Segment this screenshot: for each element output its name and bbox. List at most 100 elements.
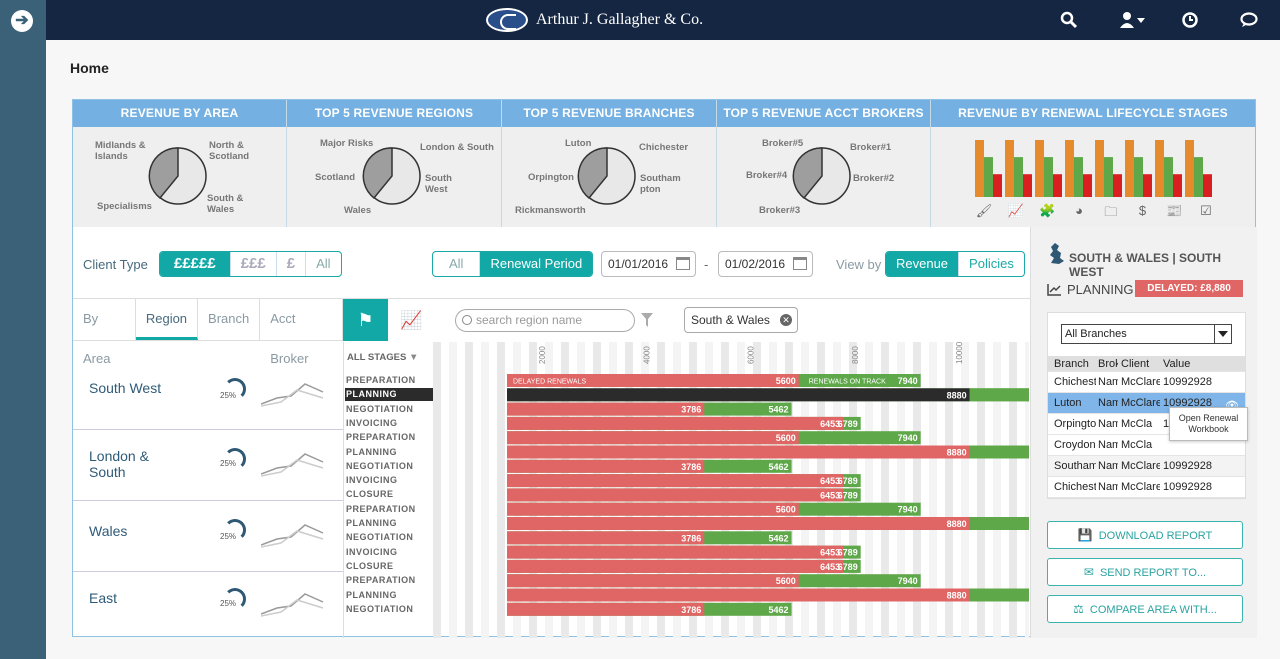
list-item[interactable]: Wales 25%	[73, 501, 343, 572]
stage-label[interactable]: PLANNING	[345, 446, 433, 459]
col-header[interactable]: Branch	[1048, 356, 1096, 371]
delayed-bar[interactable]	[507, 474, 844, 488]
compare-area-button[interactable]: ⚖ COMPARE AREA WITH...	[1047, 595, 1243, 623]
stage-label[interactable]: CLOSURE	[345, 560, 433, 573]
selected-area-chip[interactable]: South & Wales ✕	[684, 307, 798, 333]
client-type-option[interactable]: £££££	[160, 252, 230, 276]
list-item[interactable]: London & South 25%	[73, 430, 343, 501]
stage-label[interactable]: NEGOTIATION	[345, 531, 433, 544]
delayed-bar[interactable]	[507, 445, 970, 459]
all-stages-header[interactable]: ALL STAGES ▼	[347, 352, 418, 363]
dollar-icon[interactable]: $	[1134, 203, 1152, 225]
stage-label[interactable]: PLANNING	[345, 388, 433, 402]
stage-label[interactable]: PREPARATION	[345, 431, 433, 444]
stage-label[interactable]: PREPARATION	[345, 574, 433, 587]
chat-icon[interactable]	[1240, 11, 1258, 29]
view-by-option[interactable]: Revenue	[886, 252, 959, 276]
calendar-icon[interactable]	[676, 257, 690, 270]
stage-label[interactable]: INVOICING	[345, 474, 433, 487]
delayed-bar[interactable]	[507, 431, 799, 445]
stage-label[interactable]: INVOICING	[345, 417, 433, 430]
pie-chart-icon[interactable]: ◕	[1070, 203, 1088, 225]
period-option[interactable]: Renewal Period	[479, 252, 593, 276]
delayed-bar[interactable]	[507, 459, 705, 473]
tab-acct-broker[interactable]: Acct Broker	[260, 299, 343, 366]
kpi-top5-branches[interactable]: TOP 5 REVENUE BRANCHES Luton Chichester …	[502, 100, 717, 227]
search-input[interactable]: search region name	[455, 309, 635, 332]
brush-icon[interactable]: 🖌	[975, 203, 993, 225]
stage-label[interactable]: NEGOTIATION	[345, 403, 433, 416]
branch-select[interactable]: All Branches	[1061, 324, 1232, 344]
stage-label[interactable]: INVOICING	[345, 546, 433, 559]
col-header[interactable]: Brok	[1096, 356, 1118, 371]
stage-label[interactable]: NEGOTIATION	[345, 603, 433, 616]
col-header[interactable]: Client	[1118, 356, 1160, 371]
delayed-bar[interactable]	[507, 588, 970, 602]
kpi-revenue-by-area[interactable]: REVENUE BY AREA Midlands & Islands North…	[73, 100, 287, 227]
table-row[interactable]: SouthamNamMcClare10992928	[1048, 456, 1245, 477]
kpi-top5-brokers[interactable]: TOP 5 REVENUE ACCT BROKERS Broker#5 Brok…	[717, 100, 931, 227]
branch-select-value: All Branches	[1065, 328, 1127, 340]
view-by-option[interactable]: Policies	[958, 252, 1024, 276]
list-item[interactable]: East 25%	[73, 572, 343, 638]
date-from-field[interactable]: 01/01/2016	[601, 251, 696, 277]
delayed-bar[interactable]	[507, 416, 844, 430]
delayed-value-label: 5600	[776, 376, 796, 386]
delayed-bar[interactable]	[507, 402, 705, 416]
period-option[interactable]: All	[433, 252, 479, 276]
legend-delayed-label: DELAYED RENEWALS	[513, 379, 586, 386]
stage-label[interactable]: NEGOTIATION	[345, 460, 433, 473]
tab-region[interactable]: Region	[135, 299, 199, 340]
delayed-bar[interactable]	[507, 545, 844, 559]
delayed-bar[interactable]	[507, 531, 705, 545]
send-report-button[interactable]: ✉ SEND REPORT TO...	[1047, 558, 1243, 586]
stage-label[interactable]: PREPARATION	[345, 503, 433, 516]
close-icon[interactable]: ✕	[780, 314, 792, 326]
delayed-bar[interactable]	[507, 574, 799, 588]
client-type-option[interactable]: £	[275, 252, 305, 276]
client-type-option[interactable]: All	[305, 252, 340, 276]
folder-icon[interactable]: 🗀	[1102, 203, 1120, 225]
delayed-bar[interactable]	[507, 388, 970, 402]
line-chart-icon[interactable]: 📈	[1007, 203, 1025, 225]
search-icon[interactable]	[1060, 11, 1078, 29]
trend-icon[interactable]: 📈	[389, 299, 434, 341]
stage-label[interactable]: CLOSURE	[345, 488, 433, 501]
kpi-lifecycle-stages[interactable]: REVENUE BY RENEWAL LIFECYCLE STAGES 🖌 📈 …	[931, 100, 1255, 227]
table-row[interactable]: ChichestNamMcClare10992928	[1048, 372, 1245, 393]
tab-branch[interactable]: Branch	[198, 299, 261, 340]
expand-arrow-icon[interactable]: ➔	[11, 10, 33, 32]
col-header[interactable]: Value	[1160, 356, 1245, 371]
newspaper-icon[interactable]: 📰	[1165, 203, 1183, 225]
delayed-bar[interactable]	[507, 502, 799, 516]
filter-icon[interactable]	[641, 313, 653, 327]
kpi-top5-regions[interactable]: TOP 5 REVENUE REGIONS Major Risks London…	[287, 100, 502, 227]
brand-logo[interactable]: Arthur J. Gallagher & Co.	[486, 7, 703, 33]
puzzle-icon[interactable]: 🧩	[1038, 203, 1056, 225]
download-report-button[interactable]: 💾 DOWNLOAD REPORT	[1047, 521, 1243, 549]
date-to-field[interactable]: 01/02/2016	[718, 251, 813, 277]
stage-label[interactable]: PREPARATION	[345, 374, 433, 387]
delayed-bar[interactable]	[507, 559, 844, 573]
clock-icon[interactable]	[1181, 11, 1199, 29]
user-menu-icon[interactable]	[1120, 11, 1146, 29]
lifecycle-bar	[1125, 140, 1134, 197]
stage-label[interactable]: PLANNING	[345, 517, 433, 530]
on-track-bar[interactable]	[969, 388, 1029, 402]
delayed-bar[interactable]	[507, 602, 705, 616]
filter-icon[interactable]: ▼	[409, 352, 418, 363]
list-item[interactable]: South West 25%	[73, 342, 343, 430]
calendar-icon[interactable]	[793, 257, 807, 270]
flag-icon[interactable]: ⚑	[343, 299, 388, 341]
delayed-bar[interactable]	[507, 517, 970, 530]
checkbox-icon[interactable]: ☑	[1197, 203, 1215, 225]
brand-name: Arthur J. Gallagher & Co.	[536, 11, 704, 28]
cell: Nam	[1098, 418, 1118, 430]
client-type-option[interactable]: £££	[229, 252, 276, 276]
chevron-down-icon[interactable]	[1214, 325, 1231, 343]
kpi-title: TOP 5 REVENUE REGIONS	[287, 100, 501, 127]
tab-by-area[interactable]: By Area	[73, 299, 136, 366]
table-row[interactable]: ChichestNamMcClare10992928	[1048, 477, 1245, 498]
delayed-bar[interactable]	[507, 488, 844, 502]
stage-label[interactable]: PLANNING	[345, 589, 433, 602]
